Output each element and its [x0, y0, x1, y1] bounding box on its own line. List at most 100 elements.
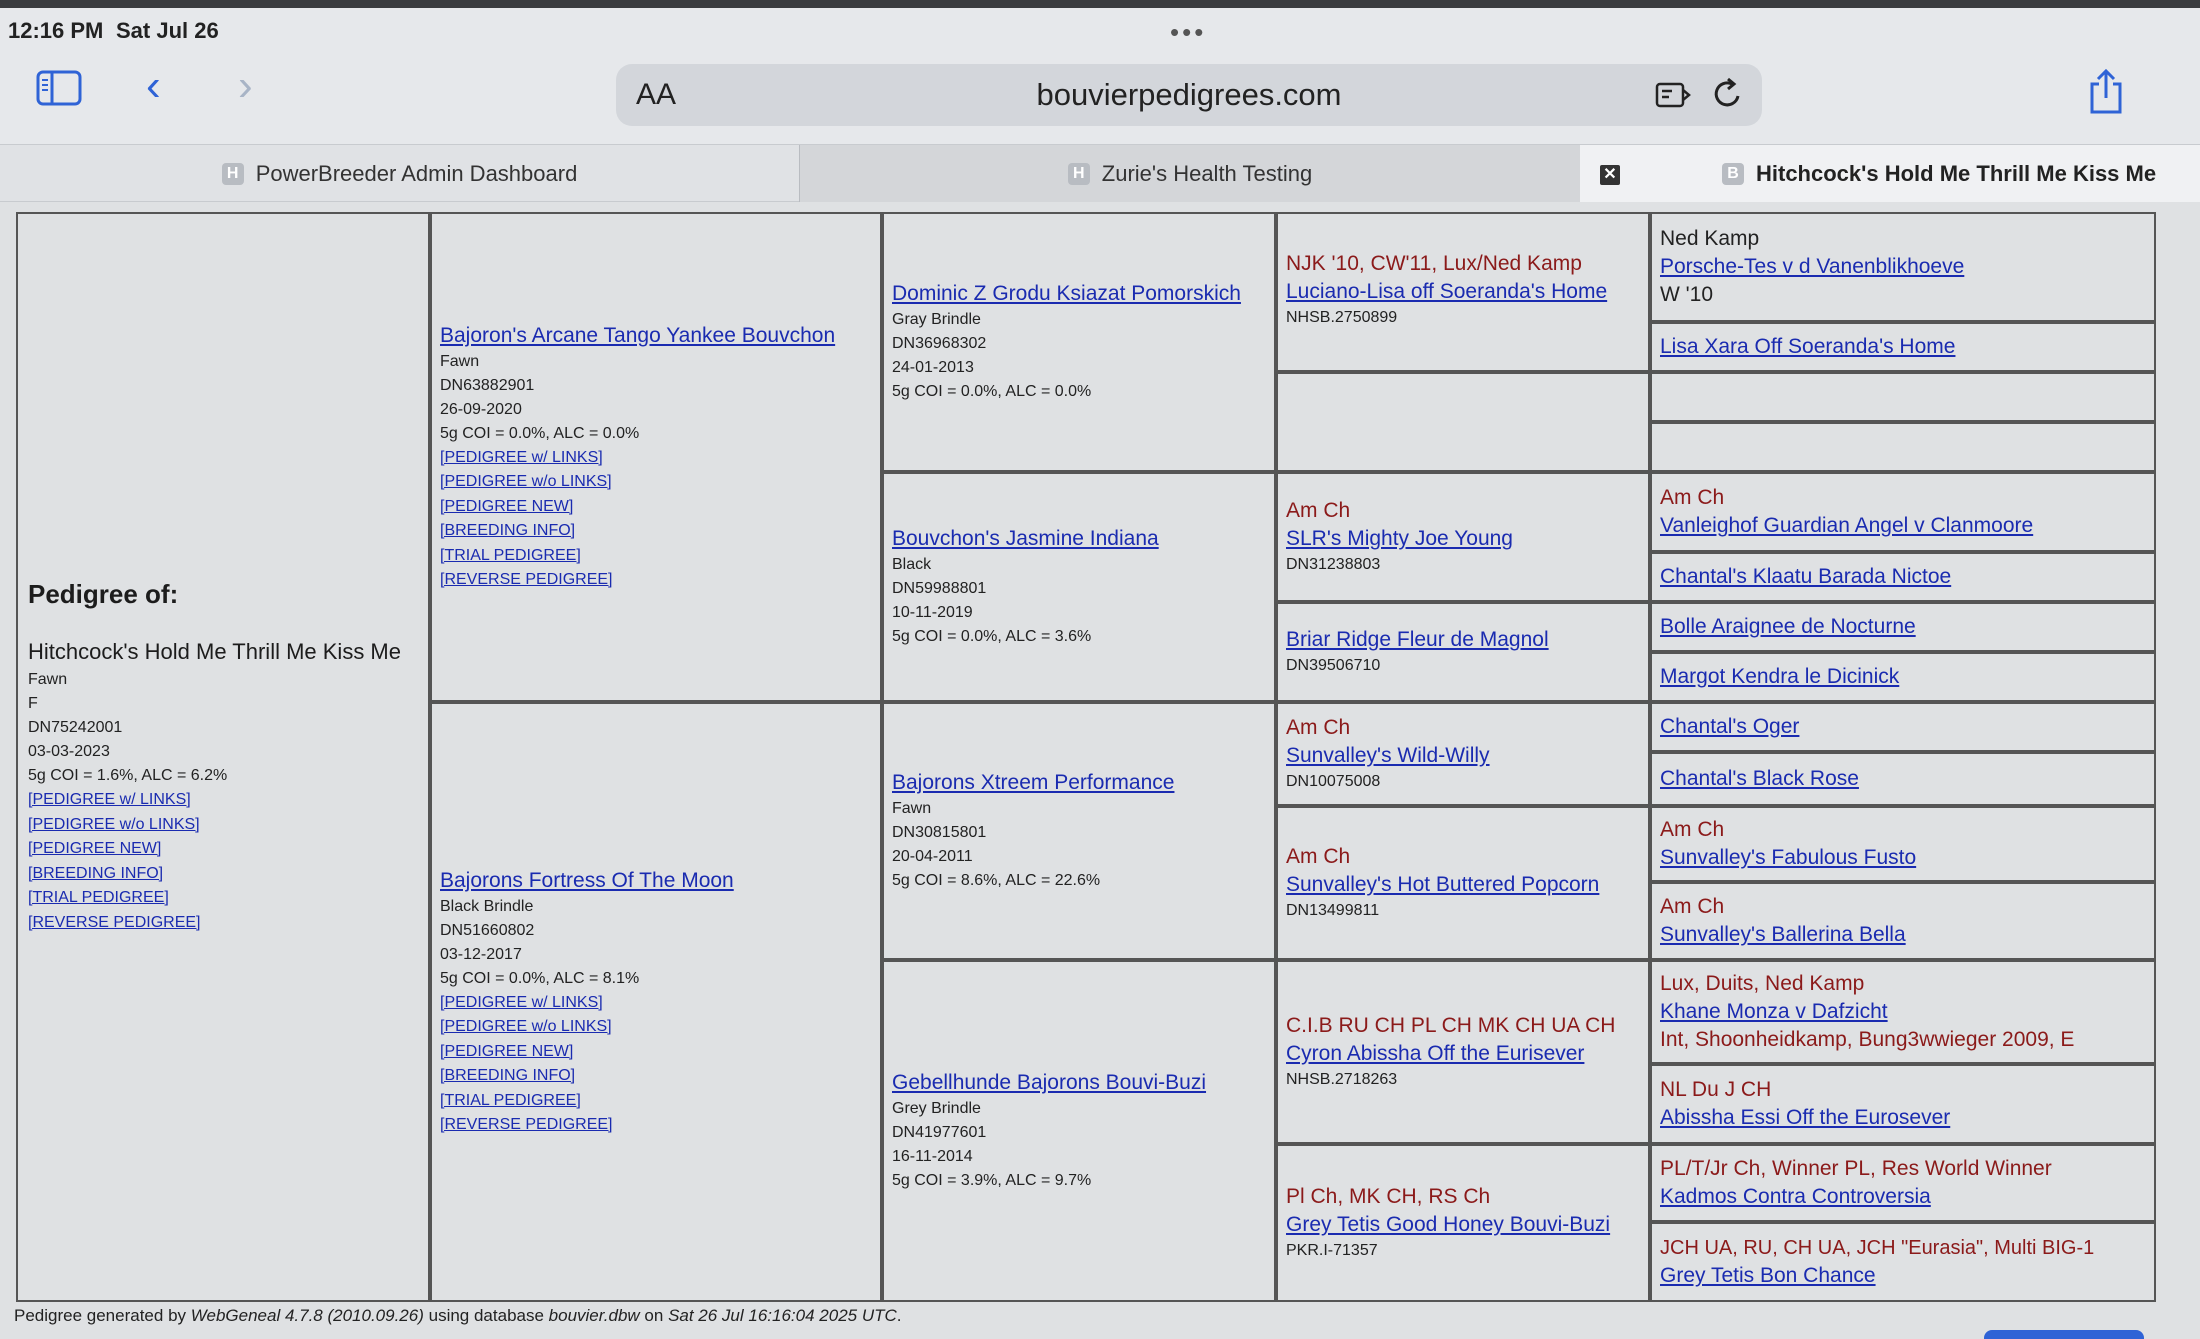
dog-reg: DN13499811: [1286, 902, 1380, 919]
gen4-name-link[interactable]: Chantal's Klaatu Barada Nictoe: [1660, 563, 2146, 591]
great-grandparent-name-link[interactable]: Sunvalley's Hot Buttered Popcorn: [1286, 871, 1640, 899]
dog-titles: Am Ch: [1660, 486, 1725, 509]
chevron-left-icon[interactable]: ‹: [146, 64, 161, 108]
gen4-name-link[interactable]: Grey Tetis Bon Chance: [1660, 1262, 2146, 1290]
tab-pedigree-active[interactable]: ✕ B Hitchcock's Hold Me Thrill Me Kiss M…: [1580, 145, 2200, 203]
gen4-cell: Chantal's Oger: [1650, 702, 2156, 752]
great-grandparent-cell: Am Ch SLR's Mighty Joe Young DN31238803: [1276, 472, 1650, 602]
footer-software: WebGeneal 4.7.8 (2010.09.26): [190, 1306, 424, 1325]
dam-name-link[interactable]: Bajorons Fortress Of The Moon: [440, 867, 872, 895]
page-content: Pedigree of: Hitchcock's Hold Me Thrill …: [0, 202, 2200, 1339]
dog-titles: Am Ch: [1286, 499, 1351, 522]
reader-icon[interactable]: [1654, 76, 1692, 114]
subject-dob: 03-03-2023: [28, 743, 110, 760]
dog-titles: C.I.B RU CH PL CH MK CH UA CH: [1286, 1014, 1616, 1037]
link-pedigree-with-links[interactable]: [PEDIGREE w/ LINKS]: [440, 446, 872, 471]
dog-titles: NJK '10, CW'11, Lux/Ned Kamp: [1286, 252, 1582, 275]
tab-label: PowerBreeder Admin Dashboard: [255, 161, 578, 186]
great-grandparent-name-link[interactable]: Briar Ridge Fleur de Magnol: [1286, 626, 1640, 654]
grandparent-name-link[interactable]: Bouvchon's Jasmine Indiana: [892, 525, 1266, 553]
tab-powerbreeder[interactable]: H PowerBreeder Admin Dashboard: [0, 145, 800, 203]
gen4-name-link[interactable]: Chantal's Oger: [1660, 713, 2146, 741]
great-grandparent-cell: Am Ch Sunvalley's Wild-Willy DN10075008: [1276, 702, 1650, 806]
great-grandparent-name-link[interactable]: Grey Tetis Good Honey Bouvi-Buzi: [1286, 1211, 1640, 1239]
dog-info: 5g COI = 0.0%, ALC = 0.0%: [892, 383, 1092, 400]
dog-titles: W '10: [1660, 283, 1714, 306]
gen4-name-link[interactable]: Vanleighof Guardian Angel v Clanmoore: [1660, 512, 2146, 540]
url-text[interactable]: bouvierpedigrees.com: [616, 77, 1762, 113]
gen4-name-link[interactable]: Margot Kendra le Dicinick: [1660, 663, 2146, 691]
link-reverse-pedigree[interactable]: [REVERSE PEDIGREE]: [440, 1113, 872, 1138]
link-pedigree-without-links[interactable]: [PEDIGREE w/o LINKS]: [28, 813, 420, 838]
link-breeding-info[interactable]: [BREEDING INFO]: [440, 1064, 872, 1089]
great-grandparent-name-link[interactable]: SLR's Mighty Joe Young: [1286, 525, 1640, 553]
gen4-cell: PL/T/Jr Ch, Winner PL, Res World Winner …: [1650, 1144, 2156, 1222]
browser-toolbar: ‹ › AA bouvierpedigrees.com: [0, 40, 2200, 144]
link-pedigree-without-links[interactable]: [PEDIGREE w/o LINKS]: [440, 470, 872, 495]
partial-button[interactable]: [1984, 1330, 2144, 1339]
gen4-name-link[interactable]: Sunvalley's Fabulous Fusto: [1660, 844, 2146, 872]
link-pedigree-without-links[interactable]: [PEDIGREE w/o LINKS]: [440, 1015, 872, 1040]
dog-titles: Int, Shoonheidkamp, Bung3wwieger 2009, E: [1660, 1028, 2075, 1051]
share-icon[interactable]: [2086, 68, 2126, 116]
link-breeding-info[interactable]: [BREEDING INFO]: [440, 519, 872, 544]
great-grandparent-name-link[interactable]: Sunvalley's Wild-Willy: [1286, 742, 1640, 770]
gen4-cell: Am Ch Vanleighof Guardian Angel v Clanmo…: [1650, 472, 2156, 552]
grandparent-name-link[interactable]: Bajorons Xtreem Performance: [892, 769, 1266, 797]
gen4-name-link[interactable]: Chantal's Black Rose: [1660, 765, 2146, 793]
sire-name-link[interactable]: Bajoron's Arcane Tango Yankee Bouvchon: [440, 322, 872, 350]
dog-info: DN30815801: [892, 824, 987, 841]
link-reverse-pedigree[interactable]: [REVERSE PEDIGREE]: [440, 568, 872, 593]
dog-reg: PKR.I-71357: [1286, 1242, 1378, 1259]
gen4-cell: Am Ch Sunvalley's Ballerina Bella: [1650, 882, 2156, 960]
grandparent-name-link[interactable]: Dominic Z Grodu Ksiazat Pomorskich: [892, 280, 1266, 308]
link-trial-pedigree[interactable]: [TRIAL PEDIGREE]: [440, 1089, 872, 1114]
sidebar-icon[interactable]: [36, 70, 82, 106]
address-bar[interactable]: AA bouvierpedigrees.com: [616, 64, 1762, 126]
dog-info: 24-01-2013: [892, 359, 974, 376]
dog-titles: NL Du J CH: [1660, 1078, 1772, 1101]
link-breeding-info[interactable]: [BREEDING INFO]: [28, 862, 420, 887]
chevron-right-icon[interactable]: ›: [238, 64, 253, 108]
dam-cell: Bajorons Fortress Of The Moon Black Brin…: [430, 702, 882, 1302]
reload-icon[interactable]: [1710, 76, 1746, 112]
tab-health-testing[interactable]: H Zurie's Health Testing: [800, 145, 1580, 203]
link-pedigree-with-links[interactable]: [PEDIGREE w/ LINKS]: [28, 788, 420, 813]
gen4-cell: Margot Kendra le Dicinick: [1650, 652, 2156, 702]
gen4-name-link[interactable]: Khane Monza v Dafzicht: [1660, 998, 2146, 1026]
gen4-name-link[interactable]: Kadmos Contra Controversia: [1660, 1183, 2146, 1211]
link-pedigree-new[interactable]: [PEDIGREE NEW]: [440, 495, 872, 520]
grandparent-name-link[interactable]: Gebellhunde Bajorons Bouvi-Buzi: [892, 1069, 1266, 1097]
gen4-name-link[interactable]: Sunvalley's Ballerina Bella: [1660, 921, 2146, 949]
footer-database: bouvier.dbw: [548, 1306, 640, 1325]
multitasking-dots[interactable]: •••: [1170, 19, 1206, 45]
dog-info: 5g COI = 0.0%, ALC = 0.0%: [440, 424, 640, 442]
dog-titles: Am Ch: [1660, 895, 1725, 918]
great-grandparent-cell: Am Ch Sunvalley's Hot Buttered Popcorn D…: [1276, 806, 1650, 960]
dog-info: Gray Brindle: [892, 311, 981, 328]
link-pedigree-new[interactable]: [PEDIGREE NEW]: [28, 837, 420, 862]
link-pedigree-new[interactable]: [PEDIGREE NEW]: [440, 1040, 872, 1065]
gen4-name-link[interactable]: Porsche-Tes v d Vanenblikhoeve: [1660, 253, 2146, 281]
link-trial-pedigree[interactable]: [TRIAL PEDIGREE]: [28, 886, 420, 911]
gen4-cell: NL Du J CH Abissha Essi Off the Euroseve…: [1650, 1064, 2156, 1144]
gen4-name-link[interactable]: Bolle Araignee de Nocturne: [1660, 613, 2146, 641]
gen4-cell-empty: [1650, 422, 2156, 472]
gen4-cell: Chantal's Black Rose: [1650, 752, 2156, 806]
footer-text: using database: [423, 1306, 549, 1325]
great-grandparent-name-link[interactable]: Cyron Abissha Off the Eurisever: [1286, 1040, 1640, 1068]
tab-favicon: H: [221, 163, 244, 185]
gen4-cell: Ned Kamp Porsche-Tes v d Vanenblikhoeve …: [1650, 212, 2156, 322]
tab-bar: H PowerBreeder Admin Dashboard H Zurie's…: [0, 144, 2200, 203]
subject-reg: DN75242001: [28, 719, 123, 736]
link-reverse-pedigree[interactable]: [REVERSE PEDIGREE]: [28, 911, 420, 936]
dog-reg: NHSB.2750899: [1286, 309, 1398, 326]
gen4-name-link[interactable]: Lisa Xara Off Soeranda's Home: [1660, 333, 2146, 361]
great-grandparent-name-link[interactable]: Luciano-Lisa off Soeranda's Home: [1286, 278, 1640, 306]
footer-text: Pedigree generated by: [14, 1306, 191, 1325]
close-icon[interactable]: ✕: [1600, 165, 1620, 185]
link-trial-pedigree[interactable]: [TRIAL PEDIGREE]: [440, 544, 872, 569]
link-pedigree-with-links[interactable]: [PEDIGREE w/ LINKS]: [440, 991, 872, 1016]
gen4-name-link[interactable]: Abissha Essi Off the Eurosever: [1660, 1104, 2146, 1132]
subject-color: Fawn: [28, 671, 68, 688]
